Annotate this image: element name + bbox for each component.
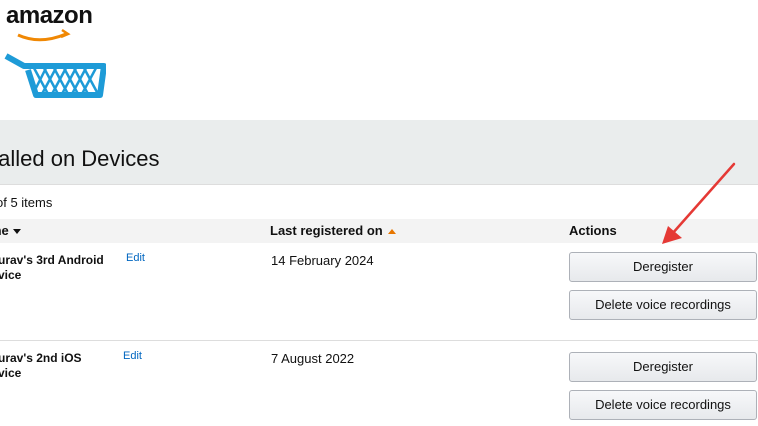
- column-header-last-registered[interactable]: Last registered on: [270, 223, 396, 238]
- last-registered-date: 7 August 2022: [271, 351, 355, 366]
- last-registered-date: 14 February 2024: [271, 253, 374, 268]
- cart-icon: [4, 28, 106, 98]
- device-name: urav's 3rd Android vice: [0, 253, 108, 283]
- deregister-button[interactable]: Deregister: [569, 252, 757, 282]
- table-row: urav's 2nd iOS vice Edit 7 August 2022 D…: [0, 341, 758, 426]
- table-row: urav's 3rd Android vice Edit 14 February…: [0, 243, 758, 341]
- column-header-name[interactable]: me: [0, 223, 21, 238]
- edit-device-name-link[interactable]: Edit: [123, 350, 142, 362]
- table-header: me Last registered on Actions: [0, 219, 758, 243]
- deregister-button[interactable]: Deregister: [569, 352, 757, 382]
- item-count: of 5 items: [0, 195, 53, 210]
- column-header-name-label: me: [0, 223, 9, 238]
- sort-asc-icon: [387, 229, 396, 235]
- device-name-line2: vice: [0, 366, 22, 380]
- device-name-line1: urav's 2nd iOS: [0, 351, 82, 365]
- column-header-actions: Actions: [569, 223, 617, 238]
- device-name-line1: urav's 3rd Android: [0, 253, 104, 267]
- page-title: talled on Devices: [0, 146, 160, 171]
- edit-device-name-link[interactable]: Edit: [126, 252, 145, 264]
- delete-voice-recordings-button[interactable]: Delete voice recordings: [569, 390, 757, 420]
- amazon-logo: amazon: [0, 0, 106, 100]
- device-name-line2: vice: [0, 268, 22, 282]
- delete-voice-recordings-button[interactable]: Delete voice recordings: [569, 290, 757, 320]
- sort-desc-icon: [12, 229, 21, 235]
- column-header-last-registered-label: Last registered on: [270, 223, 383, 238]
- device-name: urav's 2nd iOS vice: [0, 351, 108, 381]
